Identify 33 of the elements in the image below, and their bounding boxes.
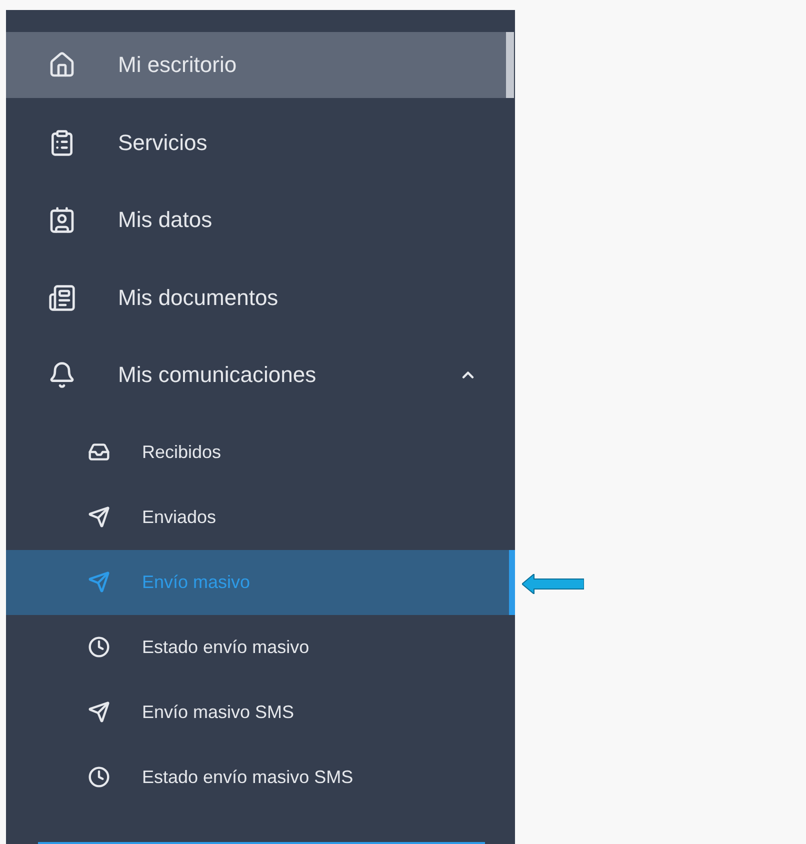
- submenu-item[interactable]: Envío masivo SMS: [6, 680, 515, 744]
- sidebar-item[interactable]: Mis datos: [6, 187, 506, 253]
- sidebar-item-label: Mi escritorio: [118, 52, 238, 78]
- submenu-item-label: Estado envío masivo: [142, 636, 310, 658]
- submenu-item-label: Estado envío masivo SMS: [142, 766, 354, 788]
- inbox-icon: [88, 441, 110, 463]
- contact-card-icon: [48, 206, 76, 234]
- clock-icon: [88, 636, 110, 658]
- submenu-item-label: Enviados: [142, 506, 216, 528]
- sidebar-item-label: Servicios: [118, 130, 208, 156]
- submenu-item-label: Recibidos: [142, 442, 222, 462]
- sidebar-item-label: Mis datos: [118, 207, 214, 233]
- paper-plane-icon: [88, 701, 110, 723]
- paper-plane-icon: [88, 571, 110, 593]
- bell-icon: [48, 361, 76, 389]
- sidebar-item-label: Mis documentos: [118, 284, 280, 310]
- submenu-item-label: Envío masivo: [142, 572, 250, 592]
- home-icon: [48, 51, 76, 79]
- clock-icon: [88, 766, 110, 788]
- paper-plane-icon: [88, 506, 110, 528]
- submenu-item[interactable]: Estado envío masivo SMS: [6, 744, 515, 810]
- document-icon: [48, 284, 76, 312]
- sidebar-item-label: Mis comunicaciones: [118, 362, 318, 388]
- sidebar-item[interactable]: Servicios: [6, 110, 506, 176]
- scrollbar-thumb[interactable]: [506, 32, 514, 98]
- submenu-item[interactable]: Estado envío masivo: [6, 614, 515, 680]
- submenu-item[interactable]: Recibidos: [6, 420, 515, 484]
- sidebar-item[interactable]: Mis documentos: [6, 264, 506, 330]
- sidebar-item[interactable]: Mis comunicaciones: [6, 342, 506, 408]
- pointer-arrow: [522, 574, 584, 594]
- submenu-item-label: Envío masivo SMS: [142, 702, 294, 722]
- submenu-item[interactable]: Enviados: [6, 484, 515, 550]
- sidebar-item[interactable]: Mi escritorio: [6, 32, 506, 98]
